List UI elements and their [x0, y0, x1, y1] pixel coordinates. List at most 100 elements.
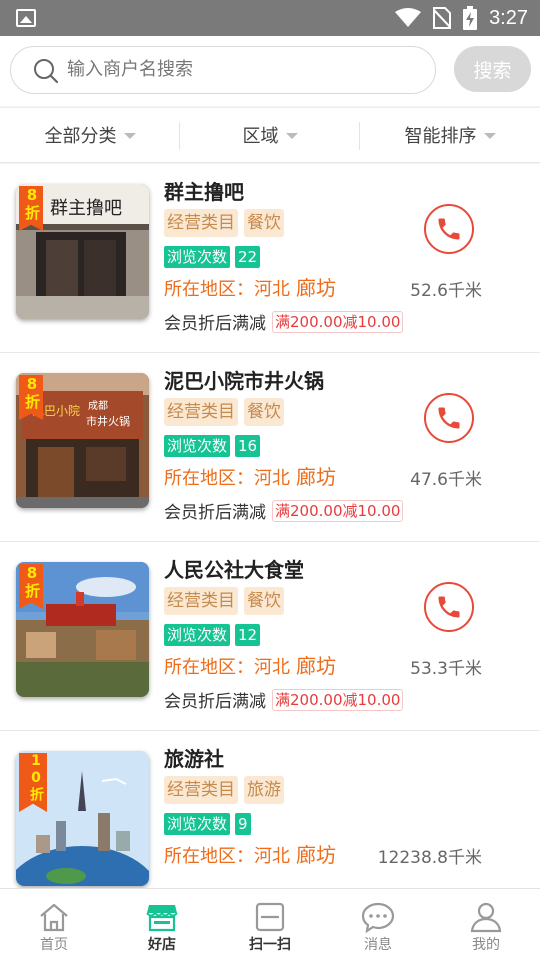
tab-label: 扫一扫 — [249, 937, 291, 953]
no-sim-icon — [433, 7, 452, 29]
shop-photo: 群主撸吧 8折 — [16, 184, 149, 319]
shop-name: 旅游社 — [164, 747, 224, 771]
region-label: 所在地区： — [164, 657, 254, 678]
store-icon — [146, 905, 178, 932]
wifi-icon — [395, 8, 422, 27]
category-label: 经营类目 — [164, 398, 238, 426]
tab-label: 我的 — [472, 937, 500, 953]
region-label: 所在地区： — [164, 279, 254, 300]
city: 廊坊 — [296, 465, 336, 489]
filter-category[interactable]: 全部分类 — [0, 108, 180, 162]
province: 河北 — [254, 468, 290, 489]
category-value: 餐饮 — [244, 209, 284, 237]
shop-photo: 10折 — [16, 751, 149, 886]
tab-label: 首页 — [40, 937, 68, 953]
filter-label: 全部分类 — [44, 126, 117, 147]
search-button[interactable]: 搜索 — [454, 46, 531, 92]
promo-badge: 满200.00减10.00 — [272, 499, 404, 522]
shop-list: 群主撸吧 8折 群主撸吧 经营类目 餐饮 浏览次数 22 所在地区：河北 廊坊 会… — [0, 164, 540, 920]
caret-down-icon — [123, 133, 136, 139]
status-bar: 3:27 — [0, 0, 540, 36]
category-value: 餐饮 — [244, 398, 284, 426]
tab-label: 好店 — [148, 937, 176, 953]
svg-text:成都: 成都 — [88, 400, 108, 412]
province: 河北 — [254, 279, 290, 300]
discount-ribbon: 8折 — [19, 186, 43, 231]
clock: 3:27 — [489, 6, 528, 29]
user-icon — [470, 902, 502, 933]
views-count: 12 — [235, 624, 261, 646]
search-box[interactable] — [10, 46, 436, 94]
tab-store[interactable]: 好店 — [108, 889, 216, 960]
views-label: 浏览次数 — [164, 246, 231, 268]
search-bar: 搜索 — [0, 36, 540, 106]
province: 河北 — [254, 657, 290, 678]
tab-scan[interactable]: 扫一扫 — [216, 889, 324, 960]
search-icon — [34, 59, 59, 84]
province: 河北 — [254, 846, 290, 867]
tab-message[interactable]: 消息 — [324, 889, 432, 960]
category-label: 经营类目 — [164, 776, 238, 804]
phone-icon — [438, 596, 460, 618]
tab-label: 消息 — [364, 937, 392, 953]
filter-bar: 全部分类 区域 智能排序 — [0, 107, 540, 163]
promo-badge: 满200.00减10.00 — [272, 310, 404, 333]
filter-label: 区域 — [242, 126, 279, 147]
category-value: 旅游 — [244, 776, 284, 804]
shop-card[interactable]: 群主撸吧 8折 群主撸吧 经营类目 餐饮 浏览次数 22 所在地区：河北 廊坊 会… — [0, 164, 540, 353]
svg-text:群主撸吧: 群主撸吧 — [50, 198, 122, 219]
promo-label: 会员折后满减 — [164, 314, 266, 334]
shop-photo: 8折 — [16, 562, 149, 697]
phone-icon — [438, 407, 460, 429]
discount-ribbon: 10折 — [19, 753, 47, 812]
shop-name: 人民公社大食堂 — [164, 558, 304, 582]
city: 廊坊 — [296, 843, 336, 867]
home-icon — [40, 903, 68, 932]
shop-card[interactable]: 8折 人民公社大食堂 经营类目 餐饮 浏览次数 12 所在地区：河北 廊坊 会员折… — [0, 542, 540, 731]
tab-home[interactable]: 首页 — [0, 889, 108, 960]
svg-text:市井火锅: 市井火锅 — [86, 414, 130, 428]
region: 所在地区：河北 廊坊 — [164, 461, 336, 490]
category-label: 经营类目 — [164, 587, 238, 615]
category-value: 餐饮 — [244, 587, 284, 615]
image-icon — [16, 9, 36, 27]
distance: 53.3千米 — [410, 659, 482, 679]
discount-ribbon: 8折 — [19, 375, 43, 420]
promo-row: 会员折后满减 满200.00减10.00 — [164, 687, 404, 712]
category-label: 经营类目 — [164, 209, 238, 237]
caret-down-icon — [483, 133, 496, 139]
search-input[interactable] — [67, 47, 417, 92]
call-button[interactable] — [424, 393, 474, 443]
views-count: 16 — [235, 435, 261, 457]
tab-profile[interactable]: 我的 — [432, 889, 540, 960]
promo-badge: 满200.00减10.00 — [272, 688, 404, 711]
scan-icon — [255, 902, 285, 932]
views-label: 浏览次数 — [164, 813, 231, 835]
region: 所在地区：河北 廊坊 — [164, 650, 336, 679]
shop-name: 群主撸吧 — [164, 180, 244, 204]
bottom-tab-bar: 首页 好店 扫一扫 消息 我的 — [0, 888, 540, 960]
call-button[interactable] — [424, 582, 474, 632]
shop-card[interactable]: 成都 市井火锅 泥巴小院 8折 泥巴小院市井火锅 经营类目 餐饮 浏览次数 16… — [0, 353, 540, 542]
discount-ribbon: 8折 — [19, 564, 43, 609]
promo-row: 会员折后满减 满200.00减10.00 — [164, 309, 404, 334]
message-icon — [361, 902, 395, 933]
promo-label: 会员折后满减 — [164, 692, 266, 712]
call-button[interactable] — [424, 204, 474, 254]
phone-icon — [438, 218, 460, 240]
views-count: 22 — [235, 246, 261, 268]
filter-region[interactable]: 区域 — [180, 108, 360, 162]
distance: 47.6千米 — [410, 470, 482, 490]
region-label: 所在地区： — [164, 468, 254, 489]
filter-sort[interactable]: 智能排序 — [360, 108, 540, 162]
promo-label: 会员折后满减 — [164, 503, 266, 523]
region: 所在地区：河北 廊坊 — [164, 839, 336, 868]
views-count: 9 — [235, 813, 251, 835]
caret-down-icon — [285, 133, 298, 139]
filter-label: 智能排序 — [404, 126, 477, 147]
region-label: 所在地区： — [164, 846, 254, 867]
city: 廊坊 — [296, 654, 336, 678]
promo-row: 会员折后满减 满200.00减10.00 — [164, 498, 404, 523]
views-label: 浏览次数 — [164, 435, 231, 457]
shop-photo: 成都 市井火锅 泥巴小院 8折 — [16, 373, 149, 508]
